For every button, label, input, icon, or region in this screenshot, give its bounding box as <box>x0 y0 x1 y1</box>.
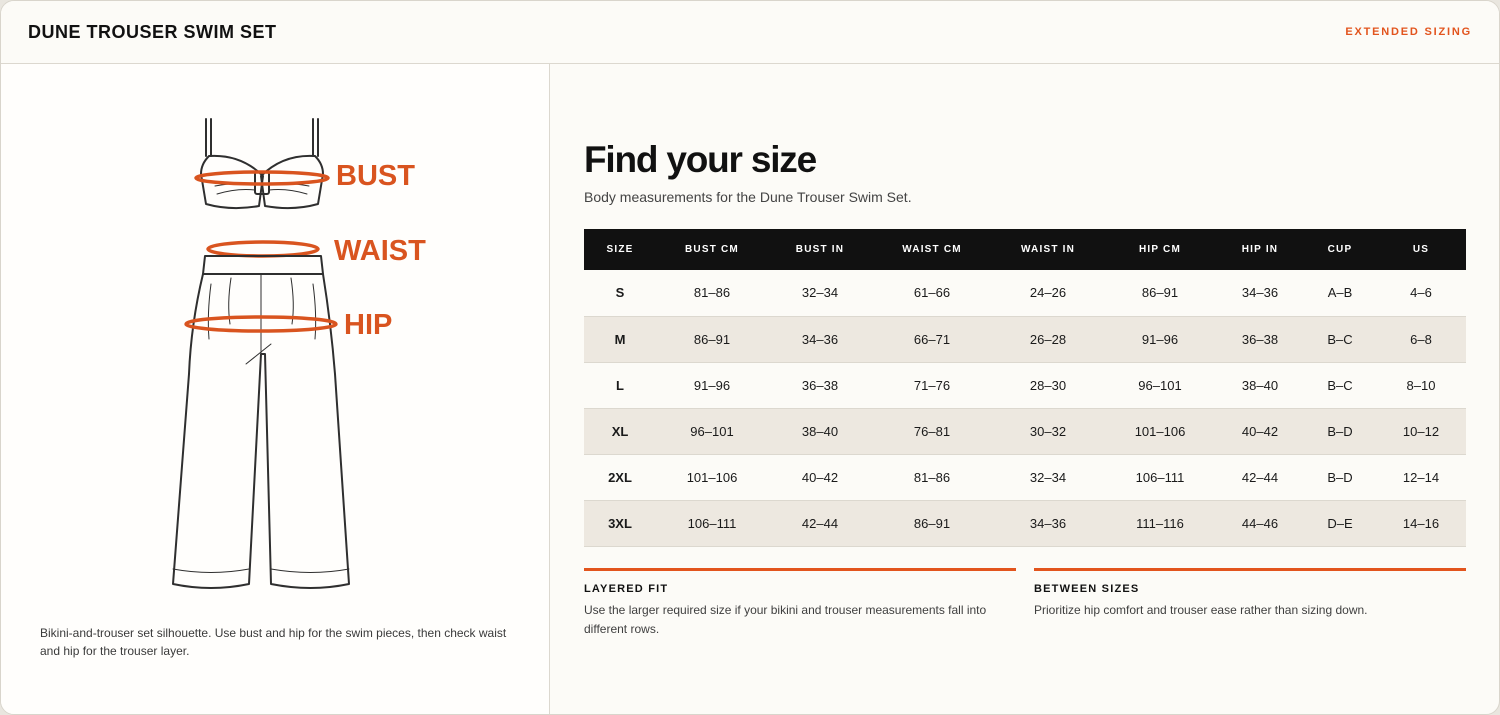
measurement-cell: 34–36 <box>801 331 839 347</box>
measurement-cell: 14–16 <box>1402 515 1440 531</box>
header-size: SIZE <box>606 244 634 255</box>
measurement-cell: 81–86 <box>693 285 731 301</box>
header-waist-cm: WAIST CM <box>902 244 962 255</box>
measurement-cell: 86–91 <box>913 515 951 531</box>
note-layered-fit: LAYERED FIT Use the larger required size… <box>584 568 1016 639</box>
measurement-cell: 106–111 <box>1135 469 1185 485</box>
measurement-cell: 4–6 <box>1410 285 1432 301</box>
measurement-cell: 86–91 <box>1141 285 1179 301</box>
size-cell: S <box>615 285 625 301</box>
measurement-cell: 96–101 <box>1138 377 1182 393</box>
measurement-cell: 61–66 <box>913 285 951 301</box>
header-hip-in: HIP IN <box>1241 244 1279 255</box>
measurement-cell: 42–44 <box>801 515 839 531</box>
waist-label: WAIST <box>334 235 426 267</box>
size-cell: 3XL <box>608 515 632 531</box>
size-cell: XL <box>611 423 629 439</box>
measurement-cell: 106–111 <box>687 515 737 531</box>
measurement-cell: B–C <box>1327 377 1353 393</box>
table-row: M 86–91 34–36 66–71 26–28 91–96 36–38 B–C 6–8 <box>584 316 1466 362</box>
table-row: S 81–86 32–34 61–66 24–26 86–91 34–36 A–B 4–6 <box>584 270 1466 316</box>
size-cell: L <box>616 377 624 393</box>
measurement-cell: 30–32 <box>1029 423 1067 439</box>
measurement-cell: B–D <box>1327 423 1353 439</box>
measurement-cell: B–C <box>1327 331 1353 347</box>
measurement-cell: 71–76 <box>913 377 951 393</box>
measurement-cell: 91–96 <box>693 377 731 393</box>
size-cell: 2XL <box>608 469 632 485</box>
measurement-cell: 111–116 <box>1136 515 1184 531</box>
table-header-row: SIZE BUST CM BUST IN WAIST CM WAIST IN H… <box>584 229 1466 270</box>
measurement-cell: 24–26 <box>1029 285 1067 301</box>
measurement-cell: 10–12 <box>1402 423 1440 439</box>
measurement-cell: 36–38 <box>801 377 839 393</box>
measurement-cell: 40–42 <box>1241 423 1279 439</box>
note-title: BETWEEN SIZES <box>1034 583 1140 595</box>
header-bust-cm: BUST CM <box>685 244 739 255</box>
measurement-cell: 101–106 <box>686 469 738 485</box>
header-waist-in: WAIST IN <box>1020 244 1076 255</box>
note-body: Prioritize hip comfort and trouser ease … <box>1034 603 1368 617</box>
size-cell: M <box>614 331 626 347</box>
header-bust-in: BUST IN <box>795 244 845 255</box>
measurement-cell: A–B <box>1327 285 1353 301</box>
illustration-caption: Bikini-and-trouser set silhouette. Use b… <box>40 626 507 658</box>
measurement-cell: 26–28 <box>1029 331 1067 347</box>
measurement-cell: 81–86 <box>913 469 951 485</box>
measurement-cell: 38–40 <box>1241 377 1279 393</box>
measurement-cell: B–D <box>1327 469 1353 485</box>
table-row: L 91–96 36–38 71–76 28–30 96–101 38–40 B–C 8–10 <box>584 362 1466 408</box>
header-us: US <box>1412 244 1430 255</box>
measurement-cell: 8–10 <box>1406 377 1436 393</box>
measurement-cell: 34–36 <box>1241 285 1279 301</box>
page-subtitle: Body measurements for the Dune Trouser S… <box>584 189 912 205</box>
measurement-cell: 76–81 <box>913 423 951 439</box>
size-guide-window: DUNE TROUSER SWIM SET EXTENDED SIZING BU… <box>0 0 1500 715</box>
header-cup: CUP <box>1327 244 1353 255</box>
note-title: LAYERED FIT <box>584 583 669 595</box>
note-body: Use the larger required size if your bik… <box>584 603 987 636</box>
table-row: 3XL 106–111 42–44 86–91 34–36 111–116 44–46 D–E… <box>584 500 1466 546</box>
header-hip-cm: HIP CM <box>1138 244 1182 255</box>
measurement-cell: 6–8 <box>1410 331 1432 347</box>
measurement-cell: 28–30 <box>1029 377 1067 393</box>
bust-label: BUST <box>336 160 415 192</box>
table-row: 2XL 101–106 40–42 81–86 32–34 106–111 42–44 B–D… <box>584 454 1466 500</box>
measurement-cell: 91–96 <box>1141 331 1179 347</box>
illustration-panel: BUST WAIST HIP Bikini-and-trouser set si… <box>1 64 550 714</box>
product-title: DUNE TROUSER SWIM SET <box>28 21 277 42</box>
measurement-cell: 40–42 <box>801 469 839 485</box>
measurement-cell: 38–40 <box>801 423 839 439</box>
measurement-cell: 66–71 <box>913 331 951 347</box>
measurement-cell: 96–101 <box>690 423 734 439</box>
hip-label: HIP <box>344 309 392 341</box>
measurement-cell: 36–38 <box>1241 331 1279 347</box>
page-title: Find your size <box>584 139 817 180</box>
measurement-cell: 32–34 <box>801 285 839 301</box>
measurement-cell: 12–14 <box>1402 469 1440 485</box>
measurement-cell: 42–44 <box>1241 469 1279 485</box>
measurement-cell: 101–106 <box>1134 423 1186 439</box>
size-table: SIZE BUST CM BUST IN WAIST CM WAIST IN H… <box>584 229 1466 547</box>
measurement-cell: D–E <box>1327 515 1353 531</box>
measurement-cell: 86–91 <box>693 331 731 347</box>
extended-sizing-link[interactable]: EXTENDED SIZING <box>1345 26 1472 38</box>
measurement-cell: 34–36 <box>1029 515 1067 531</box>
size-table-panel: Find your size Body measurements for the… <box>550 64 1499 714</box>
header-bar: DUNE TROUSER SWIM SET EXTENDED SIZING <box>1 1 1499 64</box>
measurement-cell: 32–34 <box>1029 469 1067 485</box>
note-between-sizes: BETWEEN SIZES Prioritize hip comfort and… <box>1034 568 1466 620</box>
bikini-trouser-silhouette-icon: BUST WAIST HIP <box>172 118 426 589</box>
measurement-cell: 44–46 <box>1241 515 1279 531</box>
table-row: XL 96–101 38–40 76–81 30–32 101–106 40–42 B–D 10… <box>584 408 1466 454</box>
